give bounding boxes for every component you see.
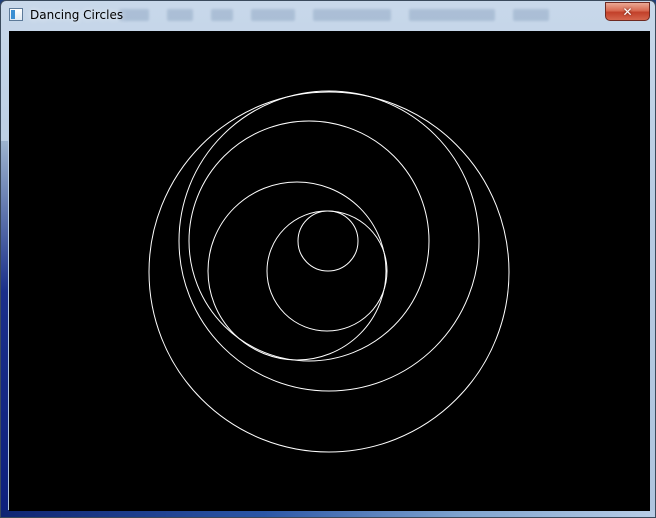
circle-outer (148, 91, 510, 453)
circle-second (178, 90, 480, 392)
close-icon: ✕ (622, 4, 633, 19)
window-title: Dancing Circles (30, 8, 124, 22)
background-glass-blur (119, 5, 549, 25)
drawing-canvas[interactable] (9, 31, 650, 511)
circle-third (188, 120, 430, 362)
window-app-icon[interactable] (9, 8, 23, 21)
circles-drawing (148, 90, 510, 453)
circle-fourth (207, 181, 387, 361)
circle-inner (297, 210, 359, 272)
close-button[interactable]: ✕ (605, 2, 650, 21)
window-frame-left (1, 141, 8, 517)
app-window: Dancing Circles ✕ (0, 0, 656, 518)
title-bar[interactable]: Dancing Circles ✕ (1, 1, 655, 30)
window-frame-bottom (1, 510, 655, 517)
